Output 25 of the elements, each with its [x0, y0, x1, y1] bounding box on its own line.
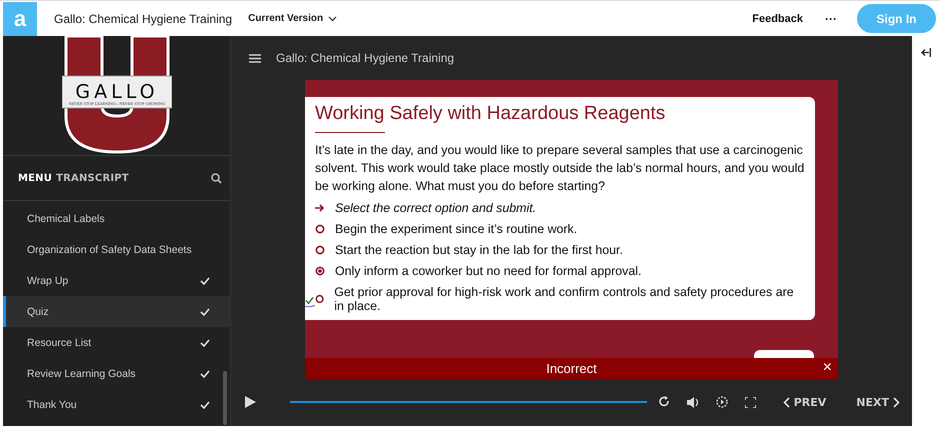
menu-item[interactable]: Thank You	[3, 389, 230, 420]
menu-item[interactable]: Review Learning Goals	[3, 358, 230, 389]
more-button[interactable]: ···	[825, 12, 837, 26]
sidebar-tab[interactable]: MENU	[18, 172, 56, 184]
feedback-link[interactable]: Feedback	[752, 12, 803, 24]
close-button[interactable]: ×	[822, 359, 832, 377]
menu-item[interactable]: Chemical Labels	[3, 203, 230, 234]
feedback-text: Incorrect	[546, 361, 597, 376]
menu-item[interactable]: Organization of Safety Data Sheets	[3, 234, 230, 265]
menu-item[interactable]: Quiz	[3, 296, 230, 327]
question-text: It’s late in the day, and you would like to prepare several samples that use a carcinogenic solvent. This work would take place mostly outside the lab’s normal hours, and you would be working alone. What must you do before starting?	[315, 142, 805, 195]
option-label[interactable]: Get prior approval for high-risk work and confirm controls and safety procedures are in place.	[334, 285, 805, 313]
menu-item[interactable]: Resource List	[3, 327, 230, 358]
option-label[interactable]: Start the reaction but stay in the lab for the first hour.	[335, 243, 623, 257]
option-label[interactable]: Only inform a coworker but no need for formal approval.	[335, 264, 642, 278]
slide-heading: Working Safely with Hazardous Reagents	[315, 103, 666, 125]
next-button[interactable]: NEXT	[856, 396, 900, 408]
instruction-text: Select the correct option and submit.	[335, 201, 536, 215]
sidebar-tab[interactable]: TRANSCRIPT	[56, 172, 133, 184]
version-dropdown[interactable]: Current Version	[248, 13, 338, 24]
prev-button[interactable]: PREV	[782, 396, 826, 408]
course-title: Gallo: Chemical Hygiene Training	[54, 12, 232, 26]
option-label[interactable]: Begin the experiment since it’s routine work.	[335, 222, 578, 236]
player-title: Gallo: Chemical Hygiene Training	[276, 51, 454, 65]
menu-item[interactable]: Wrap Up	[3, 265, 230, 296]
